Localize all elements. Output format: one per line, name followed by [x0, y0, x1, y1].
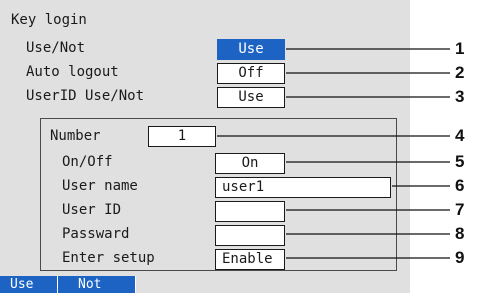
- callout-2: 2: [455, 63, 465, 82]
- callout-6: 6: [455, 176, 465, 195]
- callout-9: 9: [455, 248, 465, 267]
- callout-5: 5: [455, 152, 465, 171]
- callout-7: 7: [455, 200, 465, 219]
- callout-3: 3: [455, 87, 465, 106]
- callout-1: 1: [455, 39, 465, 58]
- callout-8: 8: [455, 224, 465, 243]
- callout-4: 4: [455, 126, 465, 145]
- callout-leaders: [217, 48, 450, 259]
